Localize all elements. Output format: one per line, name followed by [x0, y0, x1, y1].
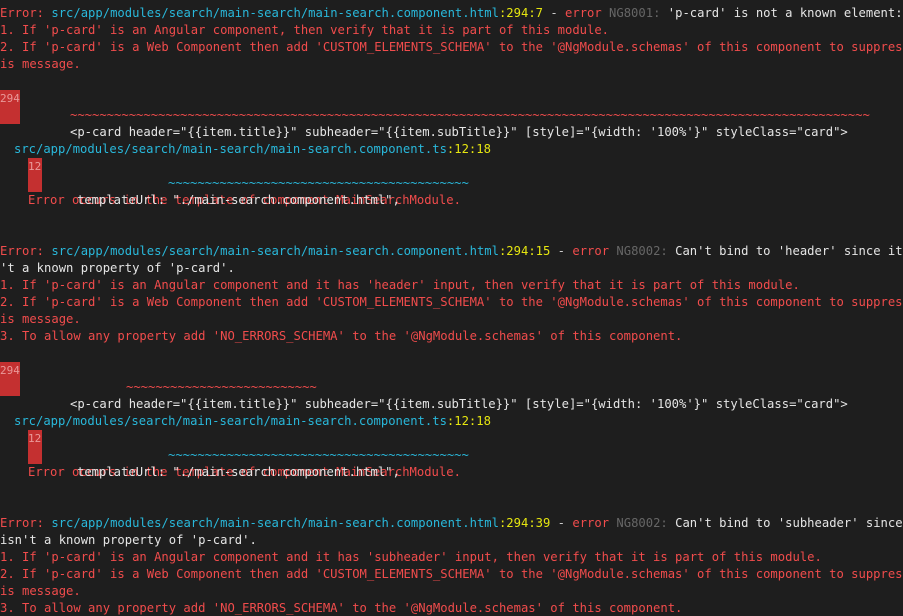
error-header: Error: src/app/modules/search/main-searc… [0, 5, 903, 22]
ts-snippet: 12 templateUrl: "./main-search.component… [0, 430, 903, 479]
hint-line: 3. To allow any property add 'NO_ERRORS_… [0, 329, 683, 343]
error-location: :294:15 [498, 244, 551, 258]
terminal-output: Error: src/app/modules/search/main-searc… [0, 0, 903, 616]
hint-line: is message. [0, 584, 81, 598]
error-label: Error: [0, 244, 45, 258]
error-message: Can't bind to 'header' since it isn [675, 244, 903, 258]
hint-line: 1. If 'p-card' is an Angular component, … [0, 23, 610, 37]
error-block-3: Error: src/app/modules/search/main-searc… [0, 515, 903, 616]
ts-reference: src/app/modules/search/main-search/main-… [0, 141, 903, 158]
error-header: Error: src/app/modules/search/main-searc… [0, 515, 903, 532]
error-message: 'p-card' is not a known element: [667, 6, 903, 20]
error-code: NG8002: [616, 516, 668, 530]
separator: - [543, 6, 566, 20]
snippet-code: <p-card header="{{item.title}}" subheade… [70, 125, 848, 139]
hint-line: 1. If 'p-card' is an Angular component a… [0, 550, 822, 564]
hint-line: is message. [0, 312, 81, 326]
hint-line: 2. If 'p-card' is a Web Component then a… [0, 567, 903, 581]
error-message-continued: isn't a known property of 'p-card'. [0, 533, 257, 547]
snippet-underline: ~~~~~~~~~~~~~~~~~~~~~~~~~~ [126, 380, 317, 394]
error-kind: error [572, 516, 610, 530]
hint-line: 2. If 'p-card' is a Web Component then a… [0, 40, 903, 54]
error-message: Can't bind to 'subheader' since it [675, 516, 903, 530]
error-kind: error [572, 244, 610, 258]
hint-line: 1. If 'p-card' is an Angular component a… [0, 278, 800, 292]
hint-line: 2. If 'p-card' is a Web Component then a… [0, 295, 903, 309]
error-kind: error [565, 6, 602, 20]
snippet-code: <p-card header="{{item.title}}" subheade… [70, 397, 848, 411]
separator: - [550, 516, 573, 530]
error-file-link[interactable]: src/app/modules/search/main-search/main-… [51, 516, 499, 530]
ts-snippet: 12 templateUrl: "./main-search.component… [0, 158, 903, 207]
hint-line: is message. [0, 57, 81, 71]
error-block-1: Error: src/app/modules/search/main-searc… [0, 5, 903, 243]
ts-code: templateUrl: "./main-search.component.ht… [77, 465, 400, 479]
error-code: NG8001: [609, 6, 661, 20]
snippet-underline: ~~~~~~~~~~~~~~~~~~~~~~~~~~~~~~~~~~~~~~~~… [70, 108, 870, 122]
line-number-badge: 294 [0, 90, 20, 124]
separator: - [550, 244, 573, 258]
ts-file-link[interactable]: src/app/modules/search/main-search/main-… [14, 142, 447, 156]
error-label: Error: [0, 516, 45, 530]
line-number-badge: 12 [28, 430, 42, 464]
error-code: NG8002: [616, 244, 668, 258]
error-file-link[interactable]: src/app/modules/search/main-search/main-… [51, 244, 499, 258]
error-location: :294:39 [498, 516, 551, 530]
error-header: Error: src/app/modules/search/main-searc… [0, 243, 903, 260]
line-number-badge: 12 [28, 158, 42, 192]
line-number-badge: 294 [0, 362, 20, 396]
error-label: Error: [0, 6, 45, 20]
error-message-continued: 't a known property of 'p-card'. [0, 261, 235, 275]
code-snippet: 294 <p-card header="{{item.title}}" subh… [0, 362, 903, 411]
ts-reference: src/app/modules/search/main-search/main-… [0, 413, 903, 430]
ts-code: templateUrl: "./main-search.component.ht… [77, 193, 400, 207]
error-file-link[interactable]: src/app/modules/search/main-search/main-… [51, 6, 499, 20]
ts-file-link[interactable]: src/app/modules/search/main-search/main-… [14, 414, 447, 428]
ts-location: :12:18 [446, 142, 491, 156]
code-snippet: 294 <p-card header="{{item.title}}" subh… [0, 90, 903, 139]
error-block-2: Error: src/app/modules/search/main-searc… [0, 243, 903, 515]
hint-line: 3. To allow any property add 'NO_ERRORS_… [0, 601, 683, 615]
error-location: :294:7 [498, 6, 543, 20]
ts-location: :12:18 [446, 414, 491, 428]
ts-underline: ~~~~~~~~~~~~~~~~~~~~~~~~~~~~~~~~~~~~~~~~… [168, 176, 469, 190]
ts-underline: ~~~~~~~~~~~~~~~~~~~~~~~~~~~~~~~~~~~~~~~~… [168, 448, 469, 462]
